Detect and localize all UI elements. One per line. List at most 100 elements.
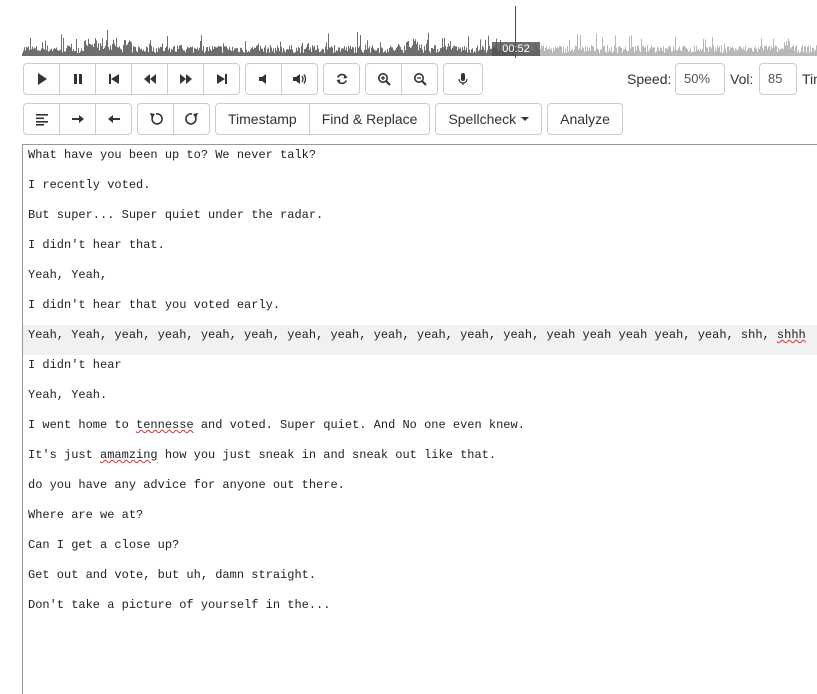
volume-up-button[interactable]	[281, 63, 318, 95]
outdent-button[interactable]	[95, 103, 132, 135]
transcript-line[interactable]: Can I get a close up?	[23, 535, 817, 565]
waveform-bar	[785, 45, 786, 56]
waveform-bar	[781, 48, 782, 56]
waveform-bar	[392, 47, 393, 56]
waveform-bar	[255, 48, 256, 56]
timestamp-button[interactable]: Timestamp	[215, 103, 310, 135]
waveform-bar	[452, 47, 453, 56]
waveform-bar	[242, 50, 243, 56]
transcript-line[interactable]: Where are we at?	[23, 505, 817, 535]
volume-input[interactable]: 85	[759, 63, 797, 95]
waveform-bar	[112, 43, 113, 56]
transcript-line[interactable]: Get out and vote, but uh, damn straight.	[23, 565, 817, 595]
transcript-line-active[interactable]: Yeah, Yeah, yeah, yeah, yeah, yeah, yeah…	[23, 325, 817, 355]
waveform-bar	[579, 48, 580, 56]
waveform-bar	[355, 46, 356, 56]
misspelled-word[interactable]: tennesse	[136, 418, 194, 432]
waveform-bar	[716, 50, 717, 56]
waveform-bar	[81, 48, 82, 56]
waveform-bar	[735, 48, 736, 56]
waveform-bar	[89, 43, 90, 56]
redo-button[interactable]	[173, 103, 210, 135]
waveform-bar	[104, 47, 105, 56]
misspelled-word[interactable]: amamzing	[100, 448, 158, 462]
waveform-bar	[284, 50, 285, 56]
waveform-bar	[241, 47, 242, 56]
waveform-bar	[594, 51, 595, 56]
waveform-bar	[593, 46, 594, 56]
waveform-bar	[447, 46, 448, 56]
transcript-line[interactable]: I didn't hear that.	[23, 235, 817, 265]
waveform-bar	[130, 41, 131, 56]
waveform-bar	[23, 50, 24, 56]
waveform-bar	[451, 49, 452, 56]
waveform-bar	[111, 49, 112, 56]
arrow-right-icon	[71, 115, 84, 123]
waveform-bar	[795, 47, 796, 56]
record-button[interactable]	[443, 63, 483, 95]
edit-toolbar: Timestamp Find & Replace Spellcheck Anal…	[23, 103, 628, 135]
waveform-bar	[666, 47, 667, 56]
waveform-bar	[715, 47, 716, 56]
transcript-line[interactable]: But super... Super quiet under the radar…	[23, 205, 817, 235]
fast-forward-button[interactable]	[167, 63, 204, 95]
waveform-bar	[473, 52, 474, 56]
zoom-in-button[interactable]	[365, 63, 402, 95]
waveform-bar	[215, 46, 216, 56]
waveform-bar	[486, 52, 487, 56]
analyze-button[interactable]: Analyze	[547, 103, 623, 135]
transcript-line[interactable]: Yeah, Yeah.	[23, 385, 817, 415]
audio-waveform[interactable]: 00:52	[22, 0, 817, 58]
indent-button[interactable]	[59, 103, 96, 135]
waveform-bar	[122, 52, 123, 56]
transcript-line[interactable]: Yeah, Yeah,	[23, 265, 817, 295]
waveform-bar	[480, 39, 481, 56]
transcript-editor[interactable]: What have you been up to? We never talk?…	[22, 144, 817, 694]
volume-down-button[interactable]	[245, 63, 282, 95]
waveform-bar	[94, 43, 95, 56]
waveform-bar	[422, 49, 423, 56]
transcript-line[interactable]: What have you been up to? We never talk?	[23, 145, 817, 175]
transcript-line[interactable]: I didn't hear	[23, 355, 817, 385]
undo-button[interactable]	[137, 103, 174, 135]
rewind-button[interactable]	[131, 63, 168, 95]
transcript-line[interactable]: do you have any advice for anyone out th…	[23, 475, 817, 505]
waveform-bar	[760, 46, 761, 56]
skip-start-button[interactable]	[95, 63, 132, 95]
waveform-bar	[262, 48, 263, 56]
waveform-bar	[57, 49, 58, 56]
transcript-line[interactable]: I recently voted.	[23, 175, 817, 205]
waveform-bar	[478, 51, 479, 56]
transcript-line[interactable]: It's just amamzing how you just sneak in…	[23, 445, 817, 475]
loop-button[interactable]	[323, 63, 360, 95]
waveform-bar	[186, 49, 187, 56]
waveform-bar	[459, 48, 460, 56]
waveform-bar	[110, 45, 111, 56]
waveform-bar	[810, 46, 811, 56]
waveform-bar	[25, 50, 26, 56]
transcript-line[interactable]: Don't take a picture of yourself in the.…	[23, 595, 817, 625]
find-replace-button[interactable]: Find & Replace	[308, 103, 431, 135]
align-left-button[interactable]	[23, 103, 60, 135]
waveform-bar	[211, 50, 212, 56]
transcript-line[interactable]: I didn't hear that you voted early.	[23, 295, 817, 325]
waveform-bar	[237, 47, 238, 56]
misspelled-word[interactable]: shhh	[777, 328, 806, 342]
waveform-bar	[56, 47, 57, 56]
waveform-bar	[672, 51, 673, 56]
waveform-bar	[561, 46, 562, 56]
waveform-bar	[365, 44, 366, 56]
pause-button[interactable]	[59, 63, 96, 95]
waveform-bar	[724, 43, 725, 56]
play-button[interactable]	[23, 63, 60, 95]
spellcheck-dropdown[interactable]: Spellcheck	[435, 103, 543, 135]
waveform-graphic[interactable]	[22, 0, 817, 58]
waveform-bar	[463, 50, 464, 56]
waveform-bar	[602, 37, 603, 56]
speed-input[interactable]: 50%	[675, 63, 725, 95]
transcript-line[interactable]: I went home to tennesse and voted. Super…	[23, 415, 817, 445]
waveform-bar	[811, 52, 812, 56]
zoom-out-button[interactable]	[401, 63, 438, 95]
skip-end-button[interactable]	[203, 63, 240, 95]
waveform-bar	[55, 48, 56, 56]
